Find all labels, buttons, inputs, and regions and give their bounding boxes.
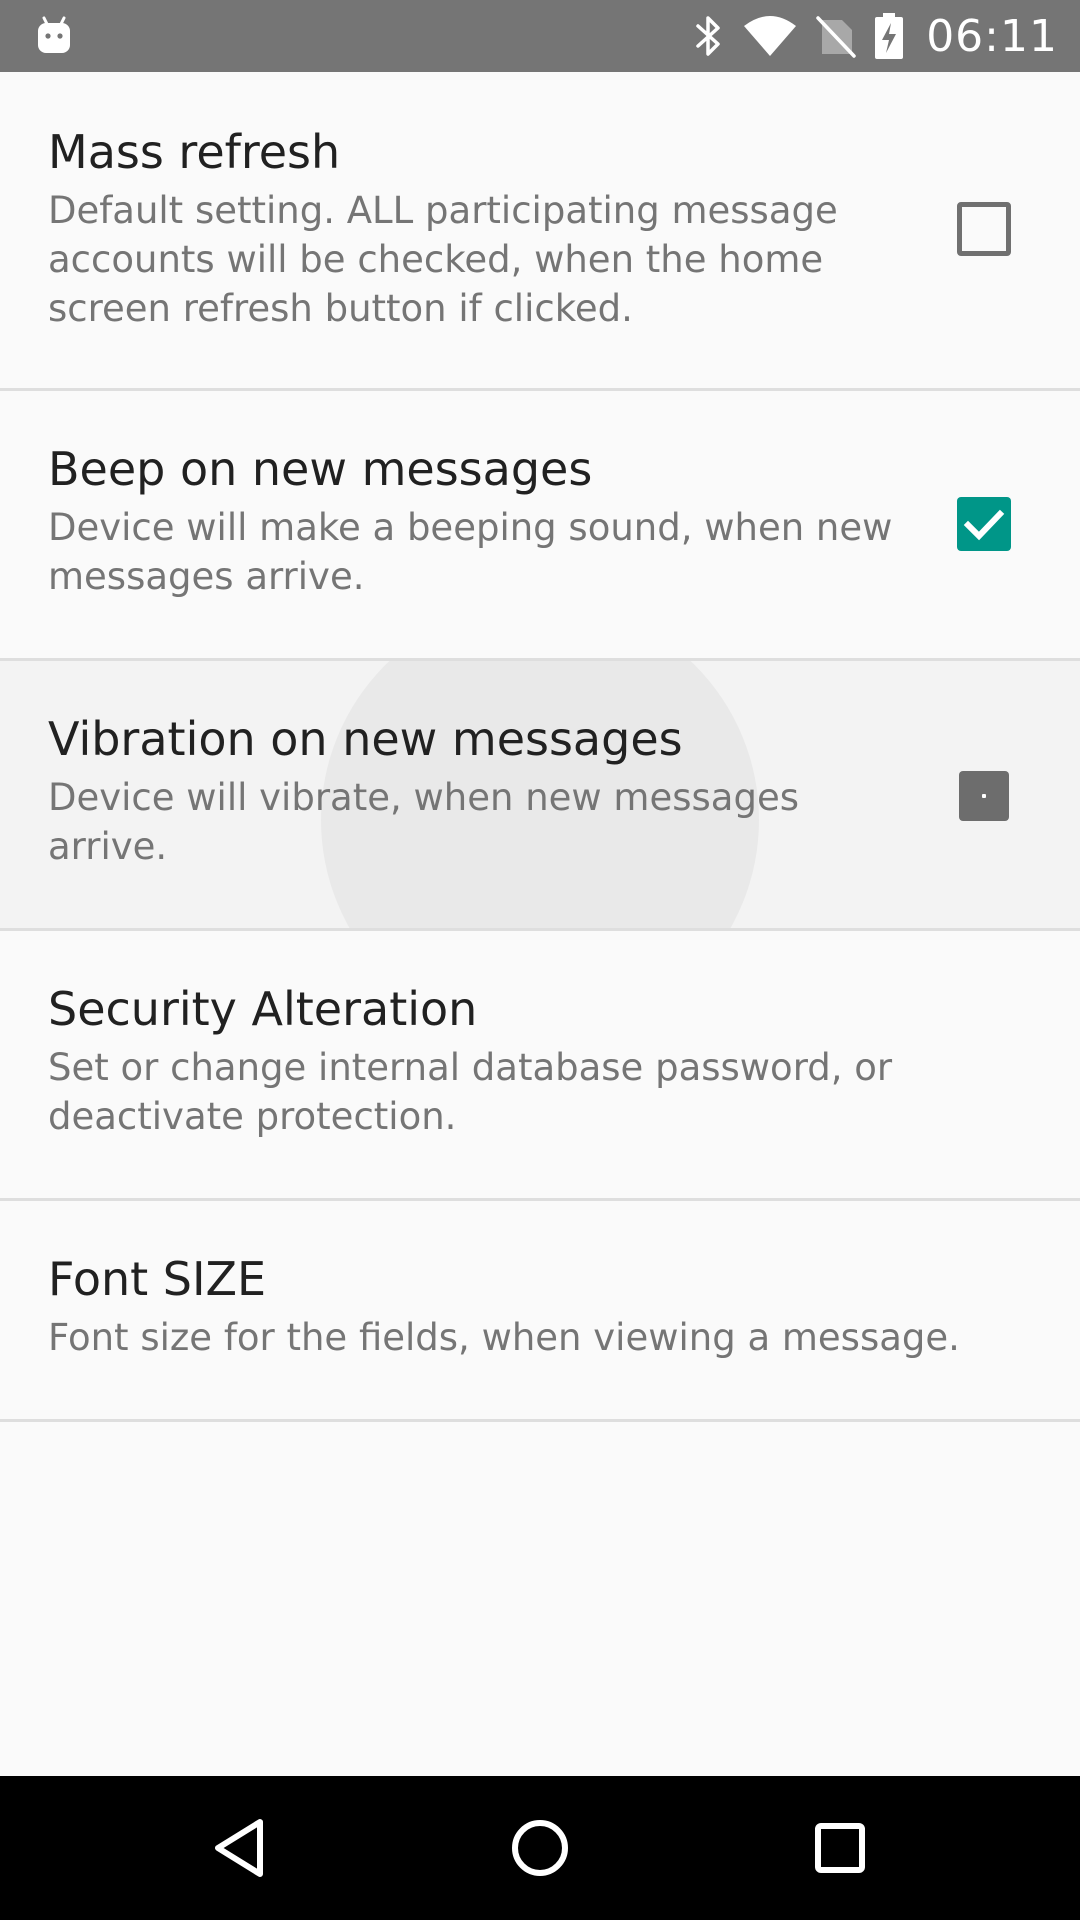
no-sim-icon — [816, 14, 856, 58]
pref-text: Security Alteration Set or change intern… — [48, 981, 898, 1141]
settings-list: Mass refresh Default setting. ALL partic… — [0, 72, 1080, 1422]
wifi-icon — [742, 14, 798, 58]
pref-summary: Device will make a beeping sound, when n… — [48, 506, 893, 598]
pref-title: Vibration on new messages — [48, 712, 683, 766]
home-icon — [512, 1820, 568, 1876]
pref-security-alteration[interactable]: Security Alteration Set or change intern… — [0, 931, 1080, 1201]
android-notification-icon — [34, 14, 74, 56]
pref-title: Security Alteration — [48, 982, 478, 1036]
pref-mass-refresh[interactable]: Mass refresh Default setting. ALL partic… — [0, 72, 1080, 391]
battery-charging-icon — [874, 12, 904, 60]
navigation-bar — [0, 1776, 1080, 1920]
vibration-checkbox[interactable] — [959, 771, 1009, 821]
pref-title: Beep on new messages — [48, 442, 593, 496]
press-dot — [982, 794, 986, 798]
pref-text: Font SIZE Font size for the fields, when… — [48, 1251, 960, 1362]
pref-text: Mass refresh Default setting. ALL partic… — [48, 124, 898, 333]
home-button[interactable] — [460, 1776, 620, 1920]
pref-summary: Default setting. ALL participating messa… — [48, 189, 838, 330]
pref-summary: Set or change internal database password… — [48, 1046, 893, 1138]
status-bar: 06:11 — [0, 0, 1080, 72]
pref-vibration-on-new-messages[interactable]: Vibration on new messages Device will vi… — [0, 661, 1080, 931]
pref-summary: Font size for the fields, when viewing a… — [48, 1316, 960, 1359]
beep-checkbox[interactable] — [957, 497, 1011, 551]
pref-summary: Device will vibrate, when new messages a… — [48, 776, 799, 868]
pref-title: Mass refresh — [48, 125, 341, 179]
back-button[interactable] — [160, 1776, 320, 1920]
back-icon — [215, 1819, 263, 1877]
recents-icon — [815, 1823, 865, 1873]
pref-font-size[interactable]: Font SIZE Font size for the fields, when… — [0, 1201, 1080, 1422]
mass-refresh-checkbox[interactable] — [957, 202, 1011, 256]
check-icon — [963, 509, 1005, 541]
status-time: 06:11 — [926, 10, 1058, 62]
recents-button[interactable] — [760, 1776, 920, 1920]
pref-title: Font SIZE — [48, 1252, 267, 1306]
bluetooth-icon — [692, 14, 724, 58]
pref-beep-on-new-messages[interactable]: Beep on new messages Device will make a … — [0, 391, 1080, 661]
pref-text: Vibration on new messages Device will vi… — [48, 711, 898, 871]
pref-text: Beep on new messages Device will make a … — [48, 441, 898, 601]
